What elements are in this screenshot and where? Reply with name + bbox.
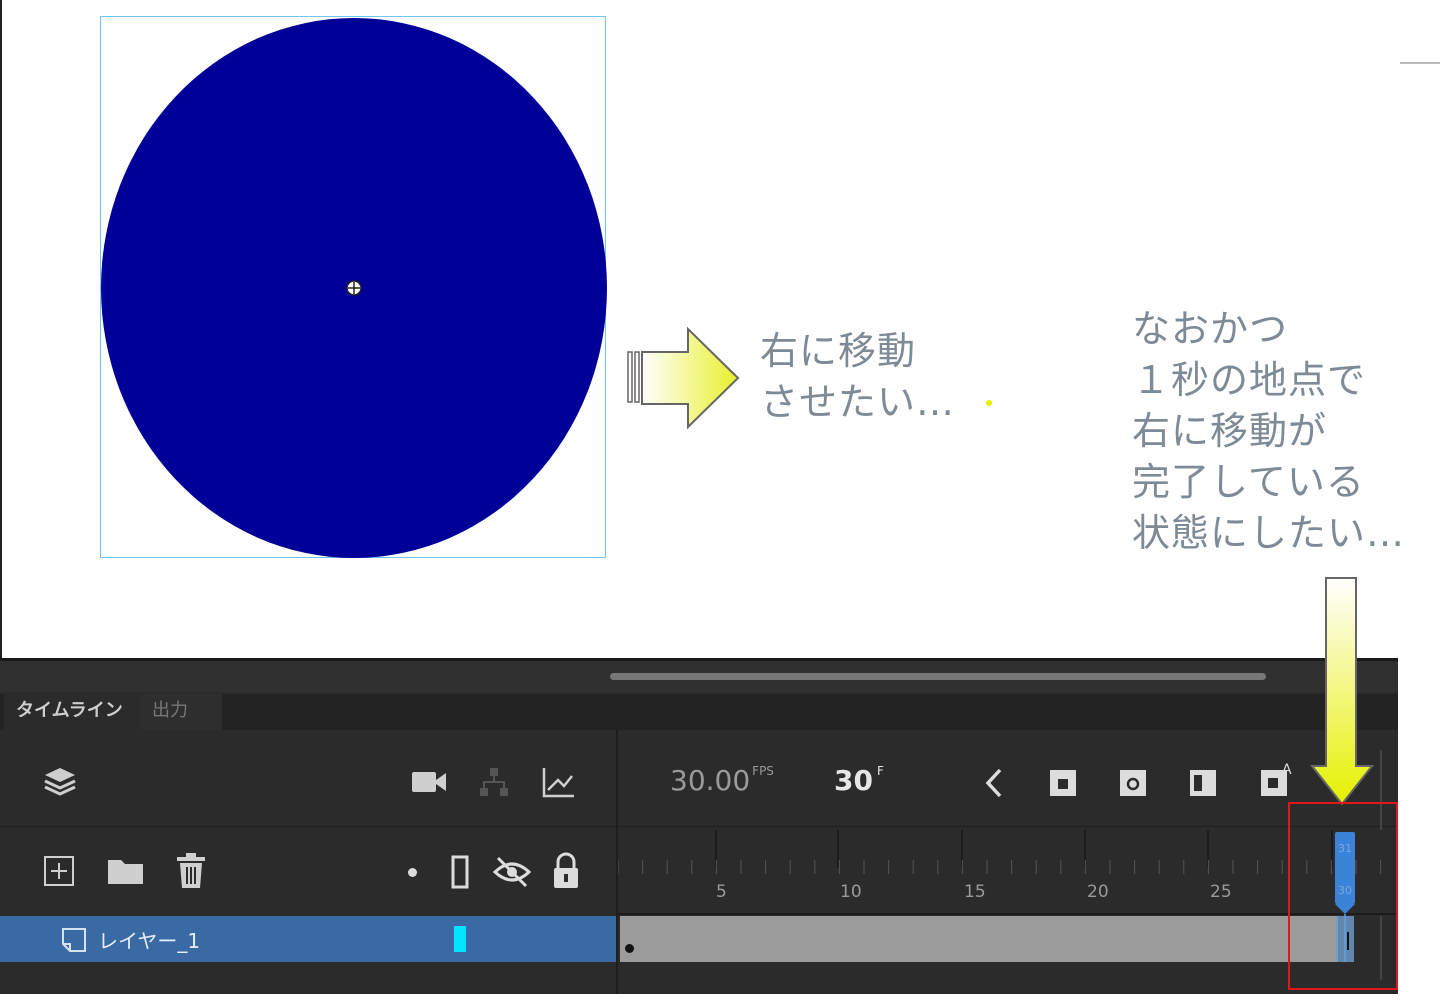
new-layer-icon[interactable] (42, 854, 76, 888)
row-divider (618, 826, 1398, 827)
folder-icon[interactable] (106, 856, 146, 886)
timeline-title-bar (0, 658, 1398, 692)
layer-name[interactable]: レイヤー_1 (98, 925, 200, 954)
auto-keyframe-icon[interactable]: A (1258, 760, 1298, 800)
ruler-label: 15 (964, 882, 986, 902)
note-complete-at-one-second: なおかつ １秒の地点で 右に移動が 完了している 状態にしたい… (1132, 304, 1405, 559)
note-line: 右に移動 (760, 329, 917, 373)
cropped-heading-text (62, 0, 782, 8)
lock-icon[interactable] (550, 852, 582, 890)
trash-icon[interactable] (174, 852, 208, 890)
insert-keyframe-icon[interactable] (1048, 768, 1078, 798)
bottom-margin (0, 994, 1398, 1000)
keyframe-dot[interactable] (625, 944, 634, 953)
layers-icon[interactable] (42, 764, 78, 800)
tab-timeline[interactable]: タイムライン (4, 694, 140, 730)
note-line: 状態にしたい… (1132, 511, 1406, 555)
fps-value: 30.00 (670, 764, 751, 797)
note-line: させたい… (760, 380, 956, 424)
frame-unit: F (876, 764, 884, 778)
yellow-dot (986, 400, 992, 406)
frame-ruler[interactable] (618, 830, 1398, 916)
eye-hidden-icon[interactable] (492, 854, 532, 890)
layer-color-swatch[interactable] (454, 926, 466, 952)
transform-point-icon[interactable] (346, 280, 362, 296)
stage-canvas: 右に移動 させたい… なおかつ １秒の地点で 右に移動が 完了している 状態にし… (0, 0, 1440, 660)
layer-row-layer-1[interactable]: レイヤー_1 (0, 916, 616, 962)
current-frame[interactable]: 30 F (834, 764, 884, 797)
ruler-label: 25 (1210, 882, 1232, 902)
current-frame-value: 30 (834, 764, 873, 797)
layer-type-icon (62, 928, 86, 952)
note-move-right: 右に移動 させたい… (760, 326, 955, 428)
frame-rate[interactable]: 30.00 FPS (670, 764, 774, 797)
panel-tabs: タイムライン 出力 (0, 694, 1398, 730)
horizontal-scrollbar[interactable] (610, 673, 1266, 680)
ruler-label: 20 (1087, 882, 1109, 902)
camera-icon[interactable] (410, 768, 448, 796)
insert-blank-keyframe-icon[interactable] (1118, 768, 1148, 798)
layer-frames-span[interactable] (620, 916, 1338, 962)
layer-parenting-icon[interactable] (478, 766, 510, 798)
stage-edge-line (1400, 62, 1440, 64)
note-line: １秒の地点で (1132, 358, 1367, 402)
highlight-callout-box (1288, 802, 1398, 990)
graph-icon[interactable] (540, 766, 576, 800)
dot-icon[interactable] (408, 868, 417, 877)
down-arrow-icon (1310, 577, 1374, 806)
circle-shape-selection[interactable] (100, 16, 607, 559)
ruler-label: 5 (716, 882, 727, 902)
fps-unit: FPS (752, 764, 774, 778)
onion-skin-icon[interactable] (1188, 768, 1218, 798)
timeline-panel: タイムライン 出力 30.00 FPS 30 F A 5 10 15 20 25… (0, 658, 1398, 994)
circle-shape[interactable] (101, 17, 607, 559)
previous-keyframe-icon[interactable] (982, 766, 1006, 800)
note-line: 完了している (1132, 460, 1365, 504)
note-line: なおかつ (1132, 307, 1289, 351)
right-arrow-icon (627, 326, 740, 430)
svg-text:A: A (1282, 762, 1292, 778)
outline-icon[interactable] (450, 854, 470, 890)
ruler-label: 10 (840, 882, 862, 902)
row-divider (0, 826, 616, 827)
note-line: 右に移動が (1132, 409, 1328, 453)
tab-output[interactable]: 出力 (140, 694, 222, 730)
